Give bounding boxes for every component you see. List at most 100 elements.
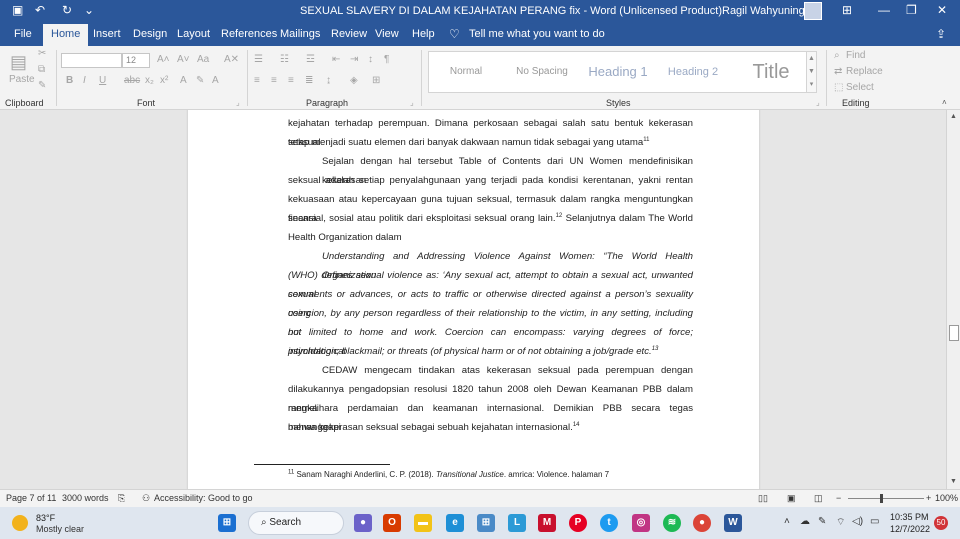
web-layout-icon[interactable]: ◫: [814, 493, 823, 504]
word-count[interactable]: 3000 words: [62, 493, 109, 503]
shrink-font-icon[interactable]: A˅: [177, 54, 190, 65]
underline-icon[interactable]: U: [99, 75, 106, 86]
clear-formatting-icon[interactable]: A✕: [224, 54, 239, 65]
footnote-ref[interactable]: 11: [643, 137, 649, 143]
zoom-slider[interactable]: [848, 498, 924, 499]
paragraph-marks-icon[interactable]: ¶: [384, 54, 389, 65]
style-title[interactable]: Title: [735, 55, 807, 89]
paste-button[interactable]: Paste: [9, 74, 35, 85]
zoom-level[interactable]: 100%: [935, 493, 958, 503]
show-hidden-icons-icon[interactable]: ˄: [784, 516, 790, 527]
undo-icon[interactable]: ↶: [35, 3, 45, 17]
save-icon[interactable]: ▣: [12, 3, 23, 17]
tab-help[interactable]: Help: [412, 28, 435, 40]
grow-font-icon[interactable]: A˄: [157, 54, 170, 65]
word-icon[interactable]: W: [724, 514, 742, 532]
scroll-down-icon[interactable]: ▼: [950, 478, 957, 485]
collapse-ribbon-icon[interactable]: ˄: [942, 98, 947, 107]
share-icon[interactable]: ⇪: [936, 27, 946, 41]
customize-quick-access-icon[interactable]: ⌄: [84, 3, 94, 17]
close-icon[interactable]: ✕: [937, 3, 947, 17]
tell-me-search[interactable]: Tell me what you want to do: [469, 28, 605, 40]
select-icon[interactable]: ⬚: [834, 82, 843, 93]
highlight-icon[interactable]: ✎: [196, 75, 204, 86]
font-color-icon[interactable]: A: [212, 75, 219, 86]
styles-gallery-scroll[interactable]: ▲ ▼ ▾: [806, 51, 817, 93]
file-explorer-icon[interactable]: ▬: [414, 514, 432, 532]
taskbar-search[interactable]: ⌕ Search: [248, 511, 344, 535]
wifi-icon[interactable]: ⌔: [836, 516, 845, 529]
spotify-icon[interactable]: ≋: [663, 514, 681, 532]
teams-chat-icon[interactable]: ●: [354, 514, 372, 532]
strikethrough-icon[interactable]: abc: [124, 75, 140, 86]
windows-start-icon[interactable]: ⊞: [218, 514, 236, 532]
zoom-slider-thumb[interactable]: [880, 494, 883, 503]
styles-dialog-launcher-icon[interactable]: ⌟: [816, 98, 820, 107]
restore-icon[interactable]: ❐: [906, 3, 917, 17]
format-painter-icon[interactable]: ✎: [38, 80, 46, 91]
style-heading-1[interactable]: Heading 1: [583, 55, 653, 89]
instagram-icon[interactable]: ◎: [632, 514, 650, 532]
document-page[interactable]: kejahatan terhadap perempuan. Dimana per…: [188, 110, 759, 489]
vertical-scrollbar[interactable]: ▲ ▼: [946, 110, 960, 489]
redo-icon[interactable]: ↻: [62, 3, 72, 17]
find-icon[interactable]: ⌕: [834, 50, 840, 61]
tab-insert[interactable]: Insert: [93, 28, 121, 40]
ribbon-display-options-icon[interactable]: ⊞: [842, 3, 852, 17]
tab-mailings[interactable]: Mailings: [280, 28, 320, 40]
replace-icon[interactable]: ⇄: [834, 66, 842, 77]
pen-icon[interactable]: ✎: [818, 516, 826, 527]
font-dialog-launcher-icon[interactable]: ⌟: [236, 98, 240, 107]
clock-time[interactable]: 10:35 PM: [890, 512, 929, 522]
font-name-input[interactable]: [61, 53, 122, 68]
cut-icon[interactable]: ✂: [38, 48, 46, 59]
tab-layout[interactable]: Layout: [177, 28, 210, 40]
microsoft-store-icon[interactable]: ⊞: [477, 514, 495, 532]
line-spacing-icon[interactable]: ↨: [326, 75, 331, 86]
decrease-indent-icon[interactable]: ⇤: [332, 54, 340, 65]
borders-icon[interactable]: ⊞: [372, 75, 380, 86]
cloud-icon[interactable]: ☁: [800, 516, 810, 527]
weather-description[interactable]: Mostly clear: [36, 524, 84, 534]
pinterest-icon[interactable]: P: [569, 514, 587, 532]
document-area[interactable]: kejahatan terhadap perempuan. Dimana per…: [0, 110, 946, 489]
italic-icon[interactable]: I: [83, 75, 86, 86]
align-left-icon[interactable]: ≡: [254, 75, 260, 86]
chrome-icon[interactable]: ●: [693, 514, 711, 532]
scrollbar-thumb[interactable]: [949, 325, 959, 341]
twitter-icon[interactable]: t: [600, 514, 618, 532]
accessibility-icon[interactable]: ⚇: [142, 493, 150, 504]
footnote-ref[interactable]: 14: [573, 422, 580, 428]
print-layout-icon[interactable]: ▣: [787, 493, 796, 504]
paragraph-dialog-launcher-icon[interactable]: ⌟: [410, 98, 414, 107]
weather-temperature[interactable]: 83°F: [36, 513, 55, 523]
paste-icon[interactable]: ▤: [10, 52, 27, 73]
replace-button[interactable]: Replace: [846, 66, 883, 77]
increase-indent-icon[interactable]: ⇥: [350, 54, 358, 65]
accessibility-status[interactable]: Accessibility: Good to go: [154, 493, 253, 503]
bullets-icon[interactable]: ☰: [254, 54, 263, 65]
align-center-icon[interactable]: ≡: [271, 75, 277, 86]
battery-icon[interactable]: ▭: [870, 516, 879, 527]
subscript-icon[interactable]: x₂: [145, 75, 154, 86]
numbering-icon[interactable]: ☷: [280, 54, 289, 65]
text-effects-icon[interactable]: A: [180, 75, 187, 86]
avatar[interactable]: [804, 2, 822, 20]
footnote-ref[interactable]: 13: [652, 346, 659, 352]
page-count[interactable]: Page 7 of 11: [6, 493, 56, 503]
proofing-icon[interactable]: ⎘: [118, 493, 125, 504]
notifications-badge[interactable]: 50: [934, 516, 948, 530]
zoom-out-icon[interactable]: −: [836, 493, 841, 503]
copy-icon[interactable]: ⧉: [38, 64, 45, 75]
change-case-icon[interactable]: Aa: [197, 54, 209, 65]
style-normal[interactable]: Normal: [433, 55, 499, 89]
shading-icon[interactable]: ◈: [350, 75, 358, 86]
tab-review[interactable]: Review: [331, 28, 367, 40]
style-no-spacing[interactable]: No Spacing: [507, 55, 577, 89]
bold-icon[interactable]: B: [66, 75, 73, 86]
office-icon[interactable]: O: [383, 514, 401, 532]
sort-icon[interactable]: ↕: [368, 54, 373, 65]
multilevel-list-icon[interactable]: ☲: [306, 54, 315, 65]
zoom-in-icon[interactable]: +: [926, 493, 931, 503]
tab-home[interactable]: Home: [43, 24, 89, 46]
